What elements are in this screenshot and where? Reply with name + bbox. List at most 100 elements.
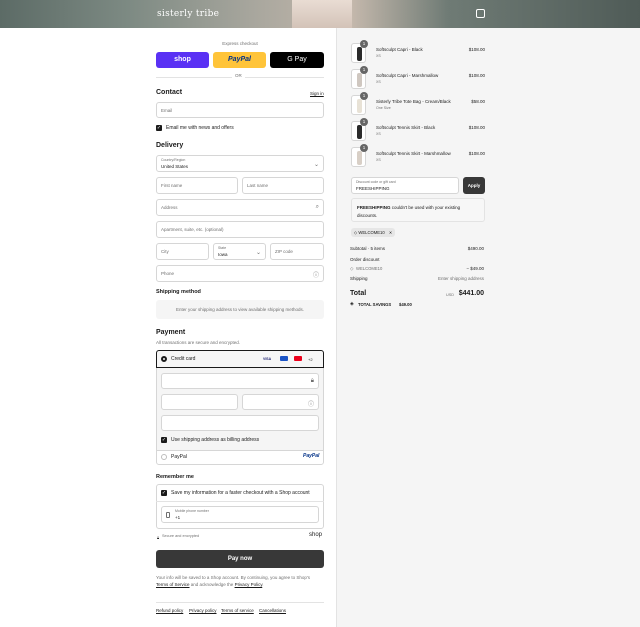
mobile-phone-field[interactable]: Mobile phone number +1 — [161, 506, 319, 523]
search-icon: ⌕ — [315, 204, 319, 210]
email-placeholder: Email — [161, 108, 173, 113]
name-on-card-field[interactable] — [161, 415, 319, 431]
email-field[interactable]: Email — [156, 102, 324, 118]
expiration-field[interactable] — [161, 394, 238, 410]
product-thumbnail: 1 — [351, 66, 368, 89]
quantity-badge: 1 — [360, 144, 368, 152]
billing-label: Use shipping address as billing address — [171, 437, 260, 443]
product-image — [357, 47, 362, 61]
cart-item: 1 Softsculpt Tennis Skirt - Black XS $108.0… — [337, 118, 640, 143]
apply-button[interactable]: Apply — [463, 177, 485, 194]
cart-item: 1 Sisterly Tribe Tote Bag - Cream/Black On… — [337, 92, 640, 117]
pay-now-button[interactable]: Pay now — [156, 550, 324, 568]
terms-of-service-link[interactable]: Terms of service — [221, 608, 254, 613]
discount-field[interactable]: Discount code or gift card FREESHIPPING — [351, 177, 459, 194]
shop-logo: shop — [309, 532, 323, 538]
delivery-heading: Delivery — [156, 142, 184, 149]
address-field[interactable]: Address ⌕ — [156, 199, 324, 216]
product-name: Softsculpt Capri - Marshmallow — [376, 73, 439, 78]
subtotal-label: Subtotal · 5 items — [350, 246, 386, 251]
first-name-placeholder: First name — [161, 183, 183, 188]
paypal-button[interactable]: PayPal — [213, 52, 266, 68]
cancellations-link[interactable]: Cancellations — [259, 608, 286, 613]
contact-heading: Contact — [156, 89, 183, 96]
divider — [156, 450, 324, 451]
product-image — [357, 99, 362, 113]
tag-icon: ◇ — [354, 230, 358, 235]
product-variant: XS — [376, 80, 381, 84]
mastercard-icon — [294, 356, 302, 361]
legal-text-start: Your info will be saved to a Shop accoun… — [156, 575, 311, 580]
refund-policy-link[interactable]: Refund policy — [156, 608, 183, 613]
paypal-radio[interactable] — [161, 454, 167, 460]
news-checkbox[interactable]: ✓ — [156, 125, 162, 131]
credit-card-radio[interactable] — [161, 356, 167, 362]
help-circle-icon[interactable]: ⓘ — [308, 399, 314, 408]
chevron-down-icon: ⌄ — [255, 250, 261, 256]
total-value: $441.00 — [458, 290, 484, 297]
product-variant: XS — [376, 54, 381, 58]
payment-heading: Payment — [156, 329, 186, 336]
country-label: Country/Region — [161, 158, 186, 162]
product-variant: XS — [376, 132, 381, 136]
apartment-field[interactable]: Apartment, suite, etc. (optional) — [156, 221, 324, 238]
discount-value: FREESHIPPING — [356, 186, 390, 191]
phone-placeholder: Phone — [161, 271, 175, 276]
country-select[interactable]: Country/Region United States ⌄ — [156, 155, 324, 172]
currency-label: USD — [445, 293, 454, 297]
shop-pay-button[interactable]: shop — [156, 52, 209, 68]
news-label: Email me with news and offers — [166, 125, 234, 131]
save-info-label: Save my information for a faster checkou… — [171, 490, 310, 496]
privacy-link[interactable]: Privacy Policy — [235, 582, 263, 587]
privacy-policy-link[interactable]: Privacy policy — [189, 608, 217, 613]
bag-icon[interactable] — [476, 9, 485, 18]
product-name: Softsculpt Tennis Skirt - Marshmallow — [376, 151, 451, 156]
product-name: Softsculpt Capri - Black — [376, 47, 423, 52]
tag-icon: ◇ — [350, 266, 354, 271]
express-checkout-title: Express checkout — [222, 41, 258, 46]
state-select[interactable]: State Iowa ⌄ — [213, 243, 266, 260]
save-info-checkbox[interactable]: ✓ — [161, 490, 167, 496]
or-label: OR — [232, 73, 245, 78]
terms-link[interactable]: Terms of Service — [156, 582, 190, 587]
help-circle-icon[interactable]: ⓘ — [313, 270, 319, 279]
cart-item: 1 Softsculpt Tennis Skirt - Marshmallow XS… — [337, 144, 640, 169]
phone-field[interactable]: Phone ⓘ — [156, 265, 324, 282]
security-code-field[interactable]: ⓘ — [242, 394, 319, 410]
remember-heading: Remember me — [156, 474, 194, 480]
applied-tag-label: WELCOME10 — [358, 230, 385, 235]
product-variant: One Size — [376, 106, 391, 110]
product-price: $108.00 — [468, 151, 485, 156]
product-thumbnail: 1 — [351, 40, 368, 63]
savings-value: $49.00 — [399, 302, 412, 307]
brand-logo[interactable]: sisterly tribe — [157, 9, 219, 19]
error-code: FREESHIPPING — [357, 205, 391, 210]
paypal-option-label[interactable]: PayPal — [171, 454, 187, 460]
applied-discount-tag: ◇ WELCOME10 ✕ — [351, 228, 396, 237]
quantity-badge: 1 — [360, 92, 368, 100]
product-image — [357, 151, 362, 165]
google-pay-button[interactable]: G Pay — [270, 52, 324, 68]
shipping-label: Shipping — [350, 276, 368, 281]
product-name: Sisterly Tribe Tote Bag - Cream/Black — [376, 99, 451, 104]
mobile-phone-value: +1 — [175, 515, 181, 520]
country-value: United States — [161, 164, 189, 169]
sign-in-link[interactable]: Sign in — [310, 91, 324, 96]
payment-subtitle: All transactions are secure and encrypte… — [156, 340, 241, 345]
first-name-field[interactable]: First name — [156, 177, 238, 194]
city-field[interactable]: City — [156, 243, 209, 260]
product-name: Softsculpt Tennis Skirt - Black — [376, 125, 436, 130]
last-name-field[interactable]: Last name — [242, 177, 324, 194]
discount-error: FREESHIPPING couldn't be used with your … — [351, 198, 485, 222]
product-price: $58.00 — [471, 99, 485, 104]
discount-label: Discount code or gift card — [356, 180, 396, 184]
product-price: $108.00 — [468, 125, 485, 130]
close-icon[interactable]: ✕ — [389, 230, 393, 235]
legal-text: Your info will be saved to a Shop accoun… — [156, 574, 324, 588]
zip-field[interactable]: ZIP code — [270, 243, 324, 260]
billing-checkbox[interactable]: ✓ — [161, 437, 167, 443]
card-number-field[interactable]: 🔒︎ — [161, 373, 319, 389]
zip-placeholder: ZIP code — [275, 249, 293, 254]
lock-icon: 🔒︎ — [157, 535, 160, 540]
checkout-form: Express checkout shop PayPal G Pay OR Co… — [0, 28, 336, 627]
